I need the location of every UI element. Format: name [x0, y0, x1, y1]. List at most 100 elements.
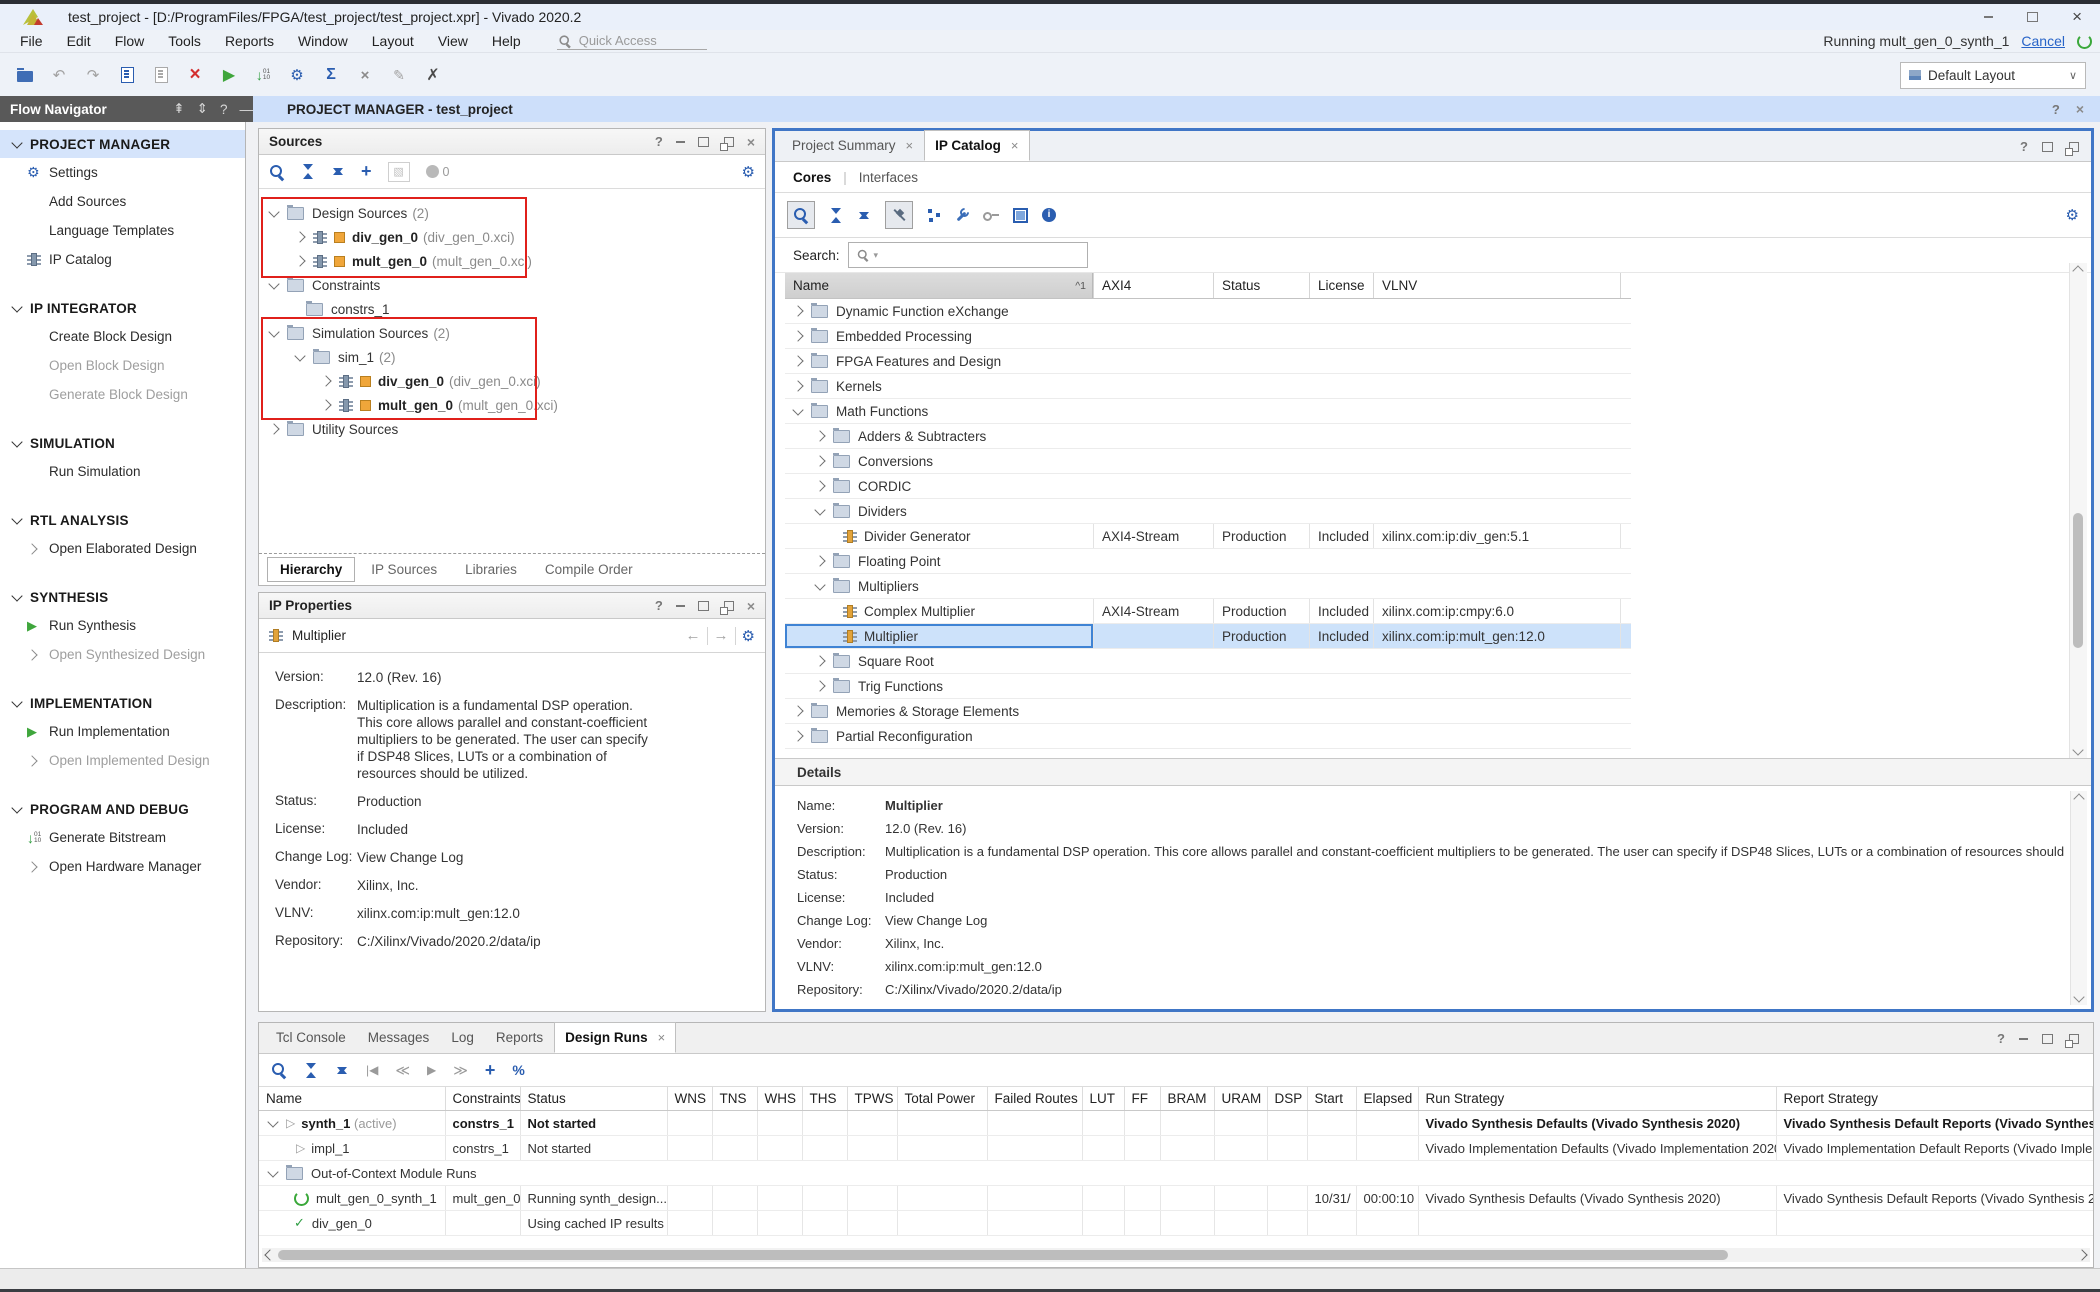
- save-button[interactable]: [110, 60, 144, 90]
- details-vertical-scrollbar[interactable]: [2070, 791, 2087, 1005]
- subtab-cores[interactable]: Cores: [793, 170, 831, 185]
- gear-icon[interactable]: ⚙: [2066, 206, 2079, 224]
- catalog-category-row[interactable]: Memories & Storage Elements: [785, 699, 1631, 724]
- edit-properties-button[interactable]: ✎: [382, 60, 416, 90]
- help-icon[interactable]: ?: [655, 134, 663, 149]
- tab-tcl-console[interactable]: Tcl Console: [265, 1022, 357, 1053]
- scroll-left-icon[interactable]: [264, 1249, 275, 1260]
- stop-button[interactable]: ×: [178, 60, 212, 90]
- expand-all-icon[interactable]: [335, 1063, 349, 1078]
- run-button[interactable]: ▶: [212, 60, 246, 90]
- gear-icon[interactable]: ⚙: [742, 627, 755, 645]
- sidebar-item-language-templates[interactable]: Language Templates: [0, 216, 245, 245]
- column-name[interactable]: Name ^1: [785, 273, 1093, 298]
- copy-button[interactable]: [144, 60, 178, 90]
- tree-item-div-gen-0[interactable]: div_gen_0 (div_gen_0.xci): [259, 225, 765, 249]
- expand-all-icon[interactable]: [857, 208, 871, 223]
- back-arrow-icon[interactable]: ←: [686, 627, 701, 644]
- sidebar-item-generate-block-design[interactable]: Generate Block Design: [0, 380, 245, 409]
- search-toggle-button[interactable]: [787, 201, 815, 229]
- report-utilization-button[interactable]: Σ: [314, 60, 348, 90]
- layout-selector-dropdown[interactable]: Default Layout ∨: [1900, 62, 2086, 89]
- menu-layout[interactable]: Layout: [360, 33, 426, 49]
- tree-item-constrs-1[interactable]: constrs_1: [259, 297, 765, 321]
- add-sources-icon[interactable]: +: [361, 161, 372, 182]
- catalog-category-row[interactable]: Square Root: [785, 649, 1631, 674]
- catalog-category-row[interactable]: Trig Functions: [785, 674, 1631, 699]
- scroll-up-icon[interactable]: [2073, 793, 2084, 804]
- catalog-category-row[interactable]: Kernels: [785, 374, 1631, 399]
- maximize-icon[interactable]: [698, 137, 709, 147]
- scroll-down-icon[interactable]: [2073, 991, 2084, 1002]
- menu-flow[interactable]: Flow: [103, 33, 157, 49]
- step-back-icon[interactable]: ≪: [395, 1062, 410, 1079]
- catalog-ip-row-complex-multiplier[interactable]: Complex Multiplier AXI4-Stream Productio…: [785, 599, 1631, 624]
- menu-file[interactable]: File: [8, 33, 55, 49]
- help-icon[interactable]: ?: [655, 598, 663, 613]
- section-header-simulation[interactable]: SIMULATION: [0, 429, 245, 457]
- catalog-category-row[interactable]: Partial Reconfiguration: [785, 724, 1631, 749]
- sidebar-item-run-synthesis[interactable]: ▶ Run Synthesis: [0, 611, 245, 640]
- open-project-button[interactable]: [8, 60, 42, 90]
- sidebar-item-create-block-design[interactable]: Create Block Design: [0, 322, 245, 351]
- catalog-category-row[interactable]: Multipliers: [785, 574, 1631, 599]
- tab-hierarchy[interactable]: Hierarchy: [267, 557, 355, 582]
- tree-item-sim-div-gen-0[interactable]: div_gen_0 (div_gen_0.xci): [259, 369, 765, 393]
- maximize-icon[interactable]: [2042, 142, 2053, 152]
- chip-icon[interactable]: [1013, 208, 1028, 223]
- close-icon[interactable]: ×: [747, 598, 755, 614]
- tree-item-constraints[interactable]: Constraints: [259, 273, 765, 297]
- close-icon[interactable]: ×: [2076, 101, 2084, 117]
- tree-item-simulation-sources[interactable]: Simulation Sources (2): [259, 321, 765, 345]
- quick-access-input[interactable]: Quick Access: [557, 32, 707, 50]
- close-icon[interactable]: ×: [747, 134, 755, 150]
- run-row-ooc-group[interactable]: Out-of-Context Module Runs: [259, 1161, 2093, 1186]
- tab-compile-order[interactable]: Compile Order: [533, 558, 645, 581]
- scrollbar-thumb[interactable]: [2073, 513, 2083, 648]
- menu-tools[interactable]: Tools: [156, 33, 213, 49]
- window-maximize-button[interactable]: [2027, 12, 2038, 22]
- create-run-icon[interactable]: +: [485, 1060, 496, 1081]
- tab-messages[interactable]: Messages: [357, 1022, 441, 1053]
- collapse-all-icon[interactable]: ⇞: [173, 101, 184, 117]
- section-header-ip-integrator[interactable]: IP INTEGRATOR: [0, 294, 245, 322]
- catalog-category-row[interactable]: Floating Point: [785, 549, 1631, 574]
- tab-project-summary[interactable]: Project Summary ×: [781, 130, 924, 161]
- tree-item-sim-1[interactable]: sim_1 (2): [259, 345, 765, 369]
- scroll-right-icon[interactable]: [2076, 1249, 2087, 1260]
- section-header-program-and-debug[interactable]: PROGRAM AND DEBUG: [0, 795, 245, 823]
- minimize-panel-icon[interactable]: —: [240, 102, 254, 117]
- unplace-button[interactable]: ✗: [416, 60, 450, 90]
- play-icon[interactable]: ▶: [427, 1063, 436, 1077]
- catalog-ip-row-multiplier-selected[interactable]: Multiplier Production Included xilinx.co…: [785, 624, 1631, 649]
- column-axi4[interactable]: AXI4: [1093, 273, 1213, 298]
- sidebar-item-open-elaborated-design[interactable]: Open Elaborated Design: [0, 534, 245, 563]
- catalog-vertical-scrollbar[interactable]: [2069, 263, 2087, 758]
- search-icon[interactable]: [271, 1062, 287, 1078]
- minimize-icon[interactable]: [676, 141, 685, 143]
- help-icon[interactable]: ?: [2052, 102, 2060, 117]
- tab-ip-sources[interactable]: IP Sources: [359, 558, 449, 581]
- cancel-link[interactable]: Cancel: [2021, 33, 2065, 49]
- sidebar-item-open-hardware-manager[interactable]: Open Hardware Manager: [0, 852, 245, 881]
- settings-button[interactable]: ⚙: [280, 60, 314, 90]
- status-link[interactable]: Production: [357, 793, 422, 810]
- minimize-icon[interactable]: [676, 605, 685, 607]
- catalog-category-row[interactable]: Dynamic Function eXchange: [785, 299, 1631, 324]
- sidebar-item-add-sources[interactable]: Add Sources: [0, 187, 245, 216]
- sidebar-item-open-implemented-design[interactable]: Open Implemented Design: [0, 746, 245, 775]
- window-close-button[interactable]: ×: [2072, 7, 2082, 27]
- sidebar-item-generate-bitstream[interactable]: ↓0110 Generate Bitstream: [0, 823, 245, 852]
- run-row-synth-1[interactable]: ▷ synth_1 (active) constrs_1 Not started…: [259, 1111, 2093, 1136]
- help-icon[interactable]: ?: [2020, 139, 2028, 154]
- section-header-project-manager[interactable]: PROJECT MANAGER: [0, 130, 245, 158]
- close-icon[interactable]: ×: [658, 1030, 666, 1045]
- catalog-category-row[interactable]: CORDIC: [785, 474, 1631, 499]
- float-icon[interactable]: [724, 601, 734, 611]
- tree-item-mult-gen-0[interactable]: mult_gen_0 (mult_gen_0.xci): [259, 249, 765, 273]
- detail-change-log-link[interactable]: View Change Log: [885, 913, 987, 928]
- cancel-run-button[interactable]: ×: [348, 60, 382, 90]
- run-row-mult-gen-0-synth-1[interactable]: mult_gen_0_synth_1 mult_gen_0 Running sy…: [259, 1186, 2093, 1211]
- menu-edit[interactable]: Edit: [55, 33, 103, 49]
- help-icon[interactable]: ?: [220, 102, 228, 117]
